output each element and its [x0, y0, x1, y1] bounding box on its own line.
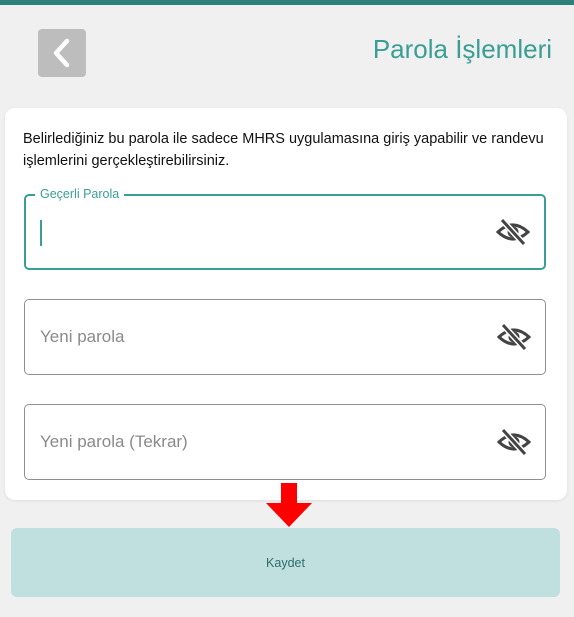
password-form-card: Belirlediğiniz bu parola ile sadece MHRS…: [5, 108, 567, 500]
chevron-left-icon: [53, 38, 70, 68]
eye-slash-icon[interactable]: [497, 322, 531, 352]
current-password-label: Geçerli Parola: [35, 187, 125, 201]
text-cursor: [40, 220, 42, 246]
eye-slash-icon[interactable]: [496, 217, 530, 247]
new-password-placeholder: Yeni parola: [40, 327, 125, 346]
page-title: Parola İşlemleri: [372, 34, 552, 64]
new-password-repeat-placeholder: Yeni parola (Tekrar): [40, 432, 188, 451]
form-description: Belirlediğiniz bu parola ile sadece MHRS…: [23, 131, 544, 169]
save-button[interactable]: Kaydet: [11, 528, 560, 597]
red-down-arrow-icon: [266, 483, 312, 527]
back-button[interactable]: [38, 29, 86, 77]
eye-slash-icon[interactable]: [497, 427, 531, 457]
new-password-repeat-field[interactable]: Yeni parola (Tekrar): [24, 404, 546, 480]
status-bar-accent: [0, 0, 574, 5]
current-password-field[interactable]: Geçerli Parola: [24, 187, 546, 270]
new-password-field[interactable]: Yeni parola: [24, 299, 546, 375]
